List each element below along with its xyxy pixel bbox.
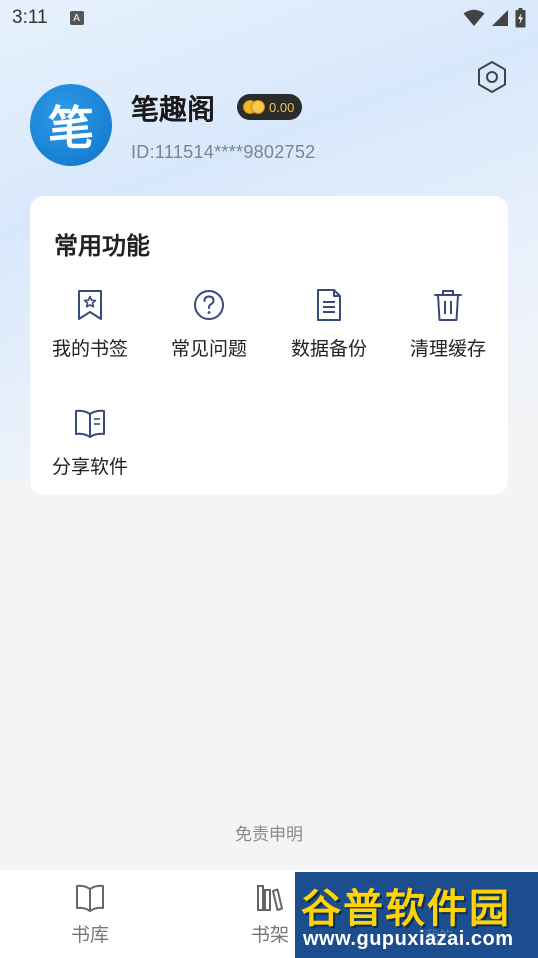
notification-icon: A <box>69 11 84 25</box>
question-icon <box>194 290 224 320</box>
status-indicators <box>463 8 526 28</box>
coins-icon <box>243 98 265 116</box>
library-book-icon <box>76 884 104 912</box>
faq-button[interactable]: 常见问题 <box>149 288 269 378</box>
bookmarks-button[interactable]: 我的书签 <box>30 288 150 378</box>
bookshelf-icon <box>257 885 283 911</box>
clear-cache-label: 清理缓存 <box>409 338 486 360</box>
coin-balance: 0.00 <box>269 99 295 115</box>
bookmark-icon <box>78 290 102 320</box>
faq-label: 常见问题 <box>170 338 247 360</box>
trash-icon <box>434 290 462 321</box>
user-id: ID:111514****9802752 <box>131 142 316 162</box>
coin-balance-badge[interactable]: 0.00 <box>237 94 303 120</box>
app-name: 笔趣阁 <box>131 93 216 126</box>
clear-cache-button[interactable]: 清理缓存 <box>388 288 508 378</box>
status-time: 3:11 <box>12 7 48 28</box>
open-book-icon <box>75 409 105 438</box>
battery-icon <box>515 8 526 28</box>
data-backup-label: 数据备份 <box>290 338 367 360</box>
share-app-button[interactable]: 分享软件 <box>30 406 150 496</box>
settings-hexagon-icon <box>478 61 506 93</box>
data-backup-button[interactable]: 数据备份 <box>269 288 389 378</box>
watermark-url: www.gupuxiazai.com <box>303 928 514 950</box>
disclaimer-link[interactable]: 免责申明 <box>0 820 538 845</box>
tab-library-label: 书库 <box>70 924 109 946</box>
share-app-label: 分享软件 <box>51 456 128 478</box>
document-icon <box>317 289 341 321</box>
avatar[interactable]: 笔 <box>30 84 112 166</box>
watermark-logo: 我的 谷普软件园 www.gupuxiazai.com <box>295 872 538 958</box>
bookmarks-label: 我的书签 <box>51 338 128 360</box>
card-title: 常用功能 <box>54 232 150 260</box>
wifi-icon <box>463 9 485 26</box>
settings-button[interactable] <box>476 60 508 94</box>
common-functions-card: 常用功能 我的书签 常见问题 数据备份 清理缓存 分享软件 <box>30 196 508 495</box>
tab-library[interactable]: 书库 <box>25 870 155 958</box>
signal-icon <box>492 10 508 26</box>
watermark-title: 谷普软件园 <box>301 886 511 932</box>
tab-bookshelf-label: 书架 <box>250 924 289 946</box>
status-bar: 3:11 A <box>0 0 538 36</box>
avatar-logo-char: 笔 <box>48 101 94 155</box>
